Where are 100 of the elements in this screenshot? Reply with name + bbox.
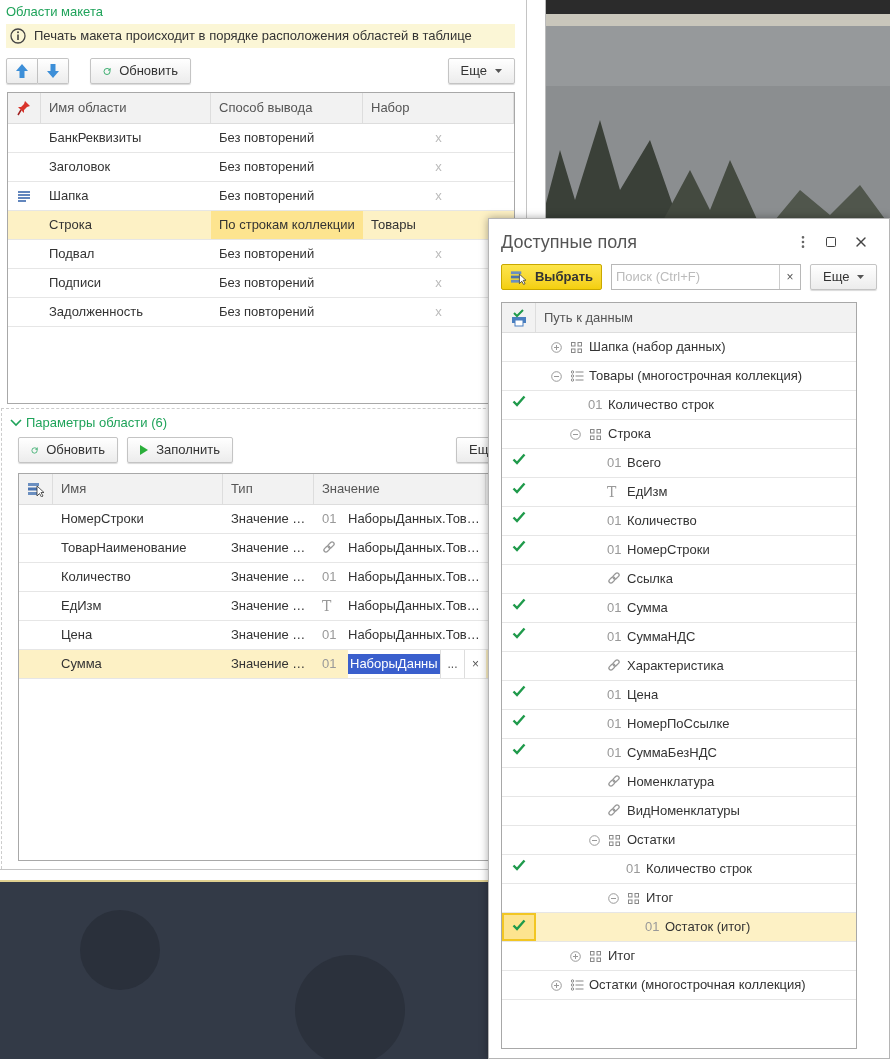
more-button[interactable]: Еще <box>810 264 878 290</box>
move-up-button[interactable] <box>6 58 38 84</box>
link-icon <box>322 541 336 555</box>
list-icon <box>571 370 584 382</box>
table-cell[interactable]: БанкРеквизиты <box>49 128 142 148</box>
table-cell[interactable]: НомерСтроки <box>61 509 144 529</box>
table-cell-text: Без повторений <box>219 129 315 148</box>
empty-marker: x <box>435 158 442 177</box>
search-field[interactable]: Поиск (Ctrl+F) × <box>611 264 801 290</box>
link-icon <box>607 659 621 673</box>
column-header[interactable]: Имя области <box>49 98 127 118</box>
table-cell-text: Значение … <box>231 568 306 587</box>
refresh-button[interactable]: Обновить <box>90 58 191 84</box>
tree-row[interactable]: Ссылка <box>502 565 856 594</box>
type-glyph: 01 <box>588 396 603 415</box>
pin-icon <box>17 100 31 116</box>
column-header[interactable]: Значение <box>322 479 380 499</box>
tree-row[interactable]: 01 СуммаБезНДС <box>502 739 856 768</box>
tree-row[interactable]: 01 Цена <box>502 681 856 710</box>
table-cell[interactable]: Шапка <box>49 186 89 206</box>
pick-list-icon <box>26 481 45 497</box>
tree-row[interactable]: Шапка (набор данных) <box>502 333 856 362</box>
empty-marker: x <box>435 274 442 293</box>
table-cell[interactable]: ЕдИзм <box>61 596 102 616</box>
tree-item-label: Итог <box>646 889 674 908</box>
type-glyph: 01 <box>607 512 622 531</box>
empty-marker: x <box>435 129 442 148</box>
type-glyph: 01 <box>626 860 641 879</box>
table-cell[interactable]: Подвал <box>49 244 95 264</box>
type-glyph: 01 <box>607 715 622 734</box>
expand-icon[interactable] <box>570 950 581 962</box>
table-cell[interactable]: Подписи <box>49 273 101 293</box>
tree-row[interactable]: T ЕдИзм <box>502 478 856 507</box>
collapse-icon[interactable] <box>551 370 562 382</box>
table-cell[interactable]: ТоварНаименование <box>61 538 187 558</box>
tree-item-label: НомерПоСсылке <box>627 715 730 734</box>
table-cell[interactable]: Строка <box>49 215 92 235</box>
tree-row[interactable]: Остатки <box>502 826 856 855</box>
tree-row[interactable]: 01 НомерСтроки <box>502 536 856 565</box>
move-down-button[interactable] <box>38 58 69 84</box>
caret-icon <box>857 275 865 279</box>
tree-item-label: СуммаБезНДС <box>627 744 717 763</box>
column-header[interactable]: Имя <box>61 479 87 499</box>
table-cell-text: НаборыДанных.Тов… <box>348 597 480 616</box>
tree-item-label: Характеристика <box>627 657 724 676</box>
tree-row[interactable]: ВидНоменклатуры <box>502 797 856 826</box>
tree-row[interactable]: Характеристика <box>502 652 856 681</box>
clear-button[interactable]: × <box>464 650 486 678</box>
check-icon <box>512 859 526 871</box>
check-icon <box>512 482 526 494</box>
tree-item-label: СуммаНДС <box>627 628 696 647</box>
tree-row[interactable]: Строка <box>502 420 856 449</box>
fill-button[interactable]: Заполнить <box>127 437 233 463</box>
check-icon <box>512 540 526 552</box>
tree-row[interactable]: 01 Количество строк <box>502 855 856 884</box>
maximize-icon[interactable] <box>825 236 837 248</box>
more-button[interactable]: Еще <box>447 58 515 84</box>
collapse-icon[interactable] <box>570 428 581 440</box>
tree-row[interactable]: 01 Количество <box>502 507 856 536</box>
type-glyph: 01 <box>607 744 622 763</box>
type-glyph: 01 <box>322 510 337 529</box>
value-input[interactable]: НаборыДанны ... × <box>348 650 486 678</box>
table-cell-text: Без повторений <box>219 303 315 322</box>
chevron-down-icon[interactable] <box>10 419 22 427</box>
checkbox[interactable] <box>502 913 536 941</box>
expand-icon[interactable] <box>551 341 562 353</box>
tree-row[interactable]: 01 НомерПоСсылке <box>502 710 856 739</box>
table-cell[interactable]: Задолженность <box>49 302 143 322</box>
tree-row[interactable]: Итог <box>502 942 856 971</box>
table-cell[interactable]: Количество <box>61 567 131 587</box>
tree-item-label: Строка <box>608 425 651 444</box>
choice-button[interactable]: ... <box>440 650 464 678</box>
tree-row[interactable]: 01 Сумма <box>502 594 856 623</box>
tree-row[interactable]: 01 Всего <box>502 449 856 478</box>
tree-item-label: Количество строк <box>646 860 753 879</box>
tree-row[interactable]: 01 СуммаНДС <box>502 623 856 652</box>
type-glyph: 01 <box>322 626 337 645</box>
tree-row[interactable]: 01 Количество строк <box>502 391 856 420</box>
collapse-icon[interactable] <box>589 834 600 846</box>
tree-row[interactable]: Номенклатура <box>502 768 856 797</box>
column-header[interactable]: Способ вывода <box>219 98 313 118</box>
tree-row[interactable]: Товары (многострочная коллекция) <box>502 362 856 391</box>
collapse-icon[interactable] <box>608 892 619 904</box>
tree-row[interactable]: 01 Остаток (итог) <box>502 913 856 942</box>
column-header[interactable]: Тип <box>231 479 253 499</box>
table-cell-text: Значение … <box>231 655 306 674</box>
table-cell[interactable]: Заголовок <box>49 157 111 177</box>
column-header[interactable]: Путь к данным <box>544 307 633 328</box>
section-title: Области макета <box>6 3 104 22</box>
clear-button[interactable]: × <box>779 265 800 289</box>
expand-icon[interactable] <box>551 979 562 991</box>
table-cell-text: Значение … <box>231 597 306 616</box>
table-cell[interactable]: Сумма <box>61 654 102 674</box>
grid-icon <box>609 834 620 846</box>
table-cell[interactable]: Цена <box>61 625 93 645</box>
column-header[interactable]: Набор <box>371 98 410 118</box>
tree-item-label: НомерСтроки <box>627 541 710 560</box>
tree-row[interactable]: Остатки (многострочная коллекция) <box>502 971 856 1000</box>
refresh-button[interactable]: Обновить <box>18 437 118 463</box>
select-button[interactable]: Выбрать <box>501 264 602 290</box>
